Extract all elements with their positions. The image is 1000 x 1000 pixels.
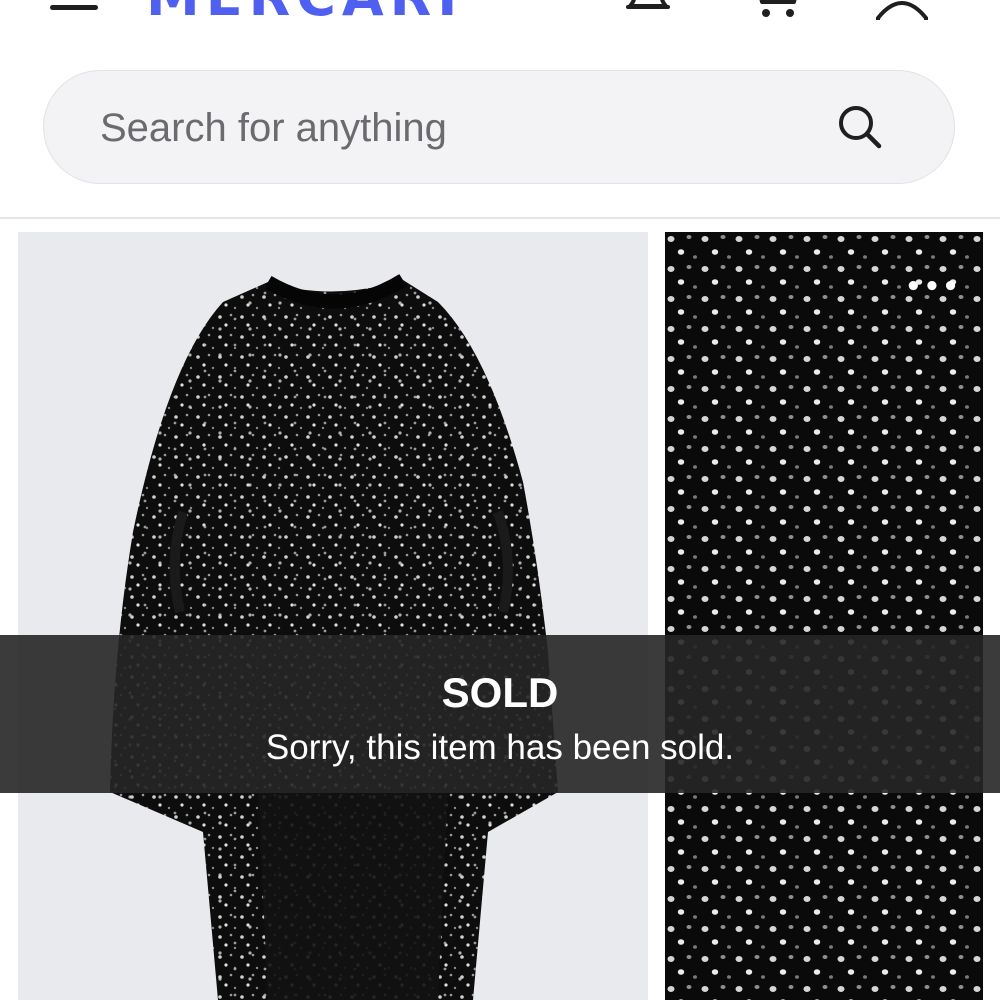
menu-icon xyxy=(50,5,98,10)
sold-banner: SOLD Sorry, this item has been sold. xyxy=(0,635,1000,793)
bell-icon xyxy=(626,0,670,9)
cart-button[interactable] xyxy=(748,0,808,20)
search-bar xyxy=(43,70,955,184)
listing-page: MERCARI xyxy=(0,0,1000,1000)
top-nav: MERCARI xyxy=(0,0,1000,50)
sold-message: Sorry, this item has been sold. xyxy=(265,728,735,767)
search-icon xyxy=(839,106,882,149)
notifications-button[interactable] xyxy=(618,0,678,20)
search-input[interactable] xyxy=(100,101,800,155)
poncho-image xyxy=(18,232,648,1000)
account-button[interactable] xyxy=(872,0,932,20)
user-icon xyxy=(876,1,928,20)
main-photo[interactable] xyxy=(18,232,648,1000)
sequin-detail-image xyxy=(665,232,983,1000)
cart-icon xyxy=(759,0,797,17)
sold-title: SOLD xyxy=(441,669,559,716)
more-dots-icon[interactable]: ••• xyxy=(905,272,959,302)
header-divider xyxy=(0,217,1000,219)
detail-photo[interactable] xyxy=(665,232,983,1000)
menu-button[interactable] xyxy=(50,0,100,20)
mercari-logo[interactable]: MERCARI xyxy=(146,0,463,24)
search-button[interactable] xyxy=(830,97,892,159)
